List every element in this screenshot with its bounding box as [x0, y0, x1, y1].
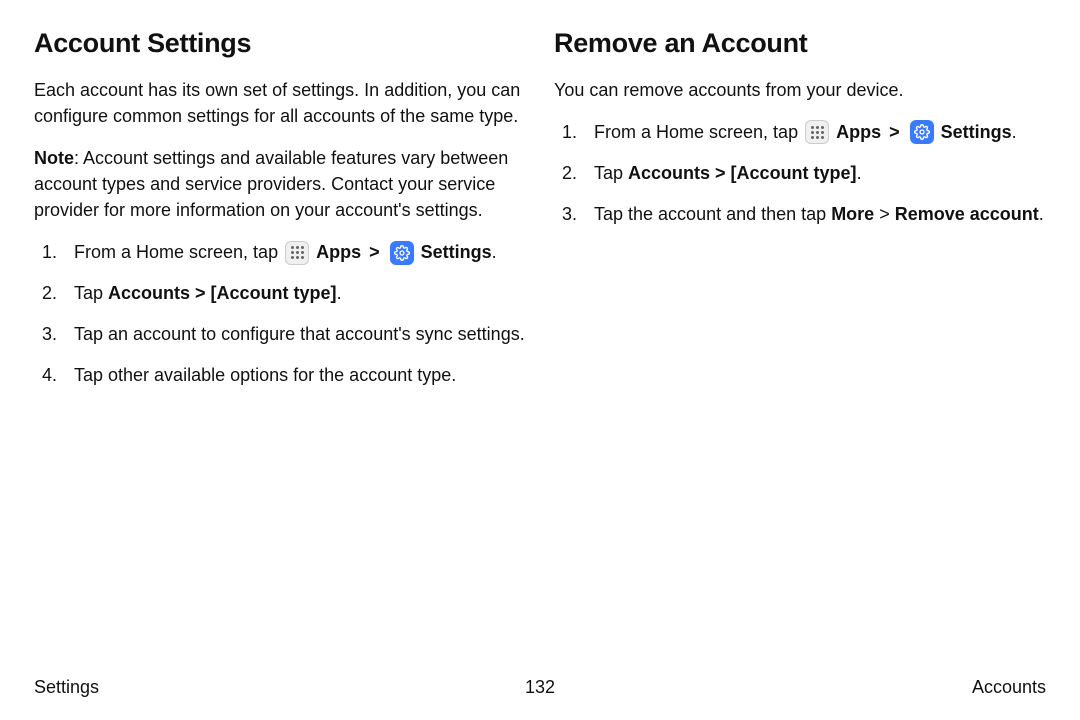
note-paragraph: Note: Account settings and available fea…	[34, 145, 526, 223]
page-number: 132	[525, 677, 555, 698]
step-text: Tap	[74, 283, 108, 303]
step-bold: Accounts > [Account type]	[628, 163, 857, 183]
left-column: Account Settings Each account has its ow…	[34, 28, 526, 403]
step-3: Tap the account and then tap More > Remo…	[554, 201, 1046, 228]
heading-account-settings: Account Settings	[34, 28, 526, 59]
note-label: Note	[34, 148, 74, 168]
period: .	[1039, 204, 1044, 224]
step-3: Tap an account to configure that account…	[34, 321, 526, 348]
step-2: Tap Accounts > [Account type].	[554, 160, 1046, 187]
apps-label: Apps	[316, 242, 361, 262]
remove-label: Remove account	[895, 204, 1039, 224]
step-2: Tap Accounts > [Account type].	[34, 280, 526, 307]
step-1: From a Home screen, tap Apps > Settings.	[554, 119, 1046, 146]
settings-label: Settings	[941, 122, 1012, 142]
steps-list-left: From a Home screen, tap Apps > Settings.…	[34, 239, 526, 389]
chev-text: >	[874, 204, 895, 224]
step-1: From a Home screen, tap Apps > Settings.	[34, 239, 526, 266]
period: .	[857, 163, 862, 183]
settings-label: Settings	[421, 242, 492, 262]
step-text: From a Home screen, tap	[594, 122, 803, 142]
more-label: More	[831, 204, 874, 224]
intro-paragraph: You can remove accounts from your device…	[554, 77, 1046, 103]
intro-paragraph: Each account has its own set of settings…	[34, 77, 526, 129]
step-text: From a Home screen, tap	[74, 242, 283, 262]
step-4: Tap other available options for the acco…	[34, 362, 526, 389]
right-column: Remove an Account You can remove account…	[554, 28, 1046, 403]
settings-icon	[910, 120, 934, 144]
period: .	[492, 242, 497, 262]
period: .	[337, 283, 342, 303]
footer-left: Settings	[34, 677, 99, 698]
step-text: Tap the account and then tap	[594, 204, 831, 224]
apps-icon	[805, 120, 829, 144]
step-bold: Accounts > [Account type]	[108, 283, 337, 303]
apps-icon	[285, 241, 309, 265]
steps-list-right: From a Home screen, tap Apps > Settings.…	[554, 119, 1046, 228]
period: .	[1012, 122, 1017, 142]
footer-right: Accounts	[972, 677, 1046, 698]
apps-label: Apps	[836, 122, 881, 142]
page-content: Account Settings Each account has its ow…	[0, 0, 1080, 403]
chevron-icon: >	[364, 242, 385, 262]
page-footer: Settings 132 Accounts	[34, 677, 1046, 698]
settings-icon	[390, 241, 414, 265]
note-body: : Account settings and available feature…	[34, 148, 508, 220]
heading-remove-account: Remove an Account	[554, 28, 1046, 59]
step-text: Tap	[594, 163, 628, 183]
chevron-icon: >	[884, 122, 905, 142]
